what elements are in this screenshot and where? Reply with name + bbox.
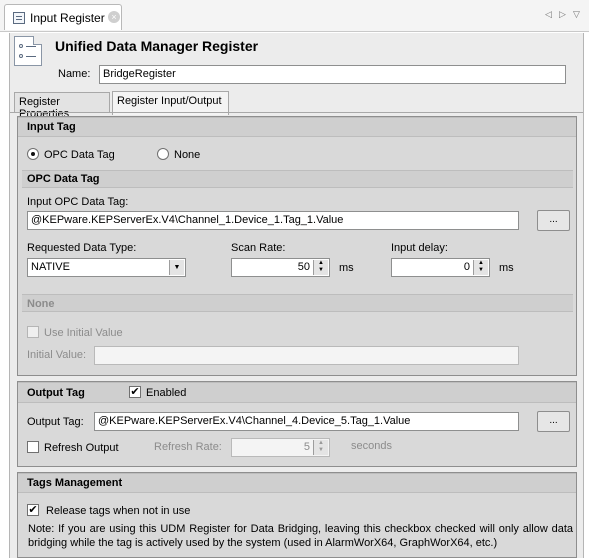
- editor-tab-input-register[interactable]: Input Register ×: [4, 4, 122, 30]
- doc-dot-icon: [19, 44, 23, 48]
- name-label: Name:: [58, 68, 91, 80]
- refresh-rate-spinner[interactable]: 5 ▲ ▼: [231, 438, 330, 457]
- nav-right-icon[interactable]: ▷: [559, 9, 566, 20]
- spinner-arrows-icon[interactable]: ▲ ▼: [313, 440, 328, 455]
- register-document-icon: [14, 36, 42, 66]
- nav-left-icon[interactable]: ◁: [545, 9, 552, 20]
- opc-data-tag-header: [22, 170, 573, 188]
- name-input[interactable]: BridgeRegister: [99, 65, 566, 84]
- scan-rate-unit: ms: [339, 262, 354, 274]
- spinner-arrows-icon[interactable]: ▲ ▼: [473, 260, 488, 275]
- register-icon: [13, 12, 25, 24]
- refresh-output-label: Refresh Output: [44, 442, 119, 454]
- input-tag-title: Input Tag: [27, 121, 76, 133]
- data-bridging-note: Note: If you are using this UDM Register…: [28, 523, 573, 549]
- output-tag-header: [18, 382, 576, 403]
- input-delay-label: Input delay:: [391, 242, 448, 254]
- nav-menu-icon[interactable]: ▽: [573, 9, 580, 20]
- opc-data-tag-section-title: OPC Data Tag: [27, 173, 100, 185]
- refresh-output-checkbox[interactable]: [27, 441, 39, 453]
- close-icon[interactable]: ×: [108, 11, 120, 23]
- scan-rate-label: Scan Rate:: [231, 242, 286, 254]
- release-tags-label: Release tags when not in use: [46, 505, 191, 517]
- scan-rate-spinner[interactable]: 50 ▲ ▼: [231, 258, 330, 277]
- output-tag-label: Output Tag:: [27, 416, 84, 428]
- requested-data-type-select[interactable]: NATIVE ▼: [27, 258, 186, 277]
- requested-data-type-value: NATIVE: [31, 261, 70, 273]
- refresh-rate-label: Refresh Rate:: [154, 441, 222, 453]
- chevron-down-icon[interactable]: ▼: [169, 260, 184, 275]
- spinner-arrows-icon[interactable]: ▲ ▼: [313, 260, 328, 275]
- tags-management-title: Tags Management: [27, 477, 123, 489]
- doc-line-icon: [26, 56, 36, 57]
- input-tag-header: [18, 117, 576, 137]
- browse-output-tag-button[interactable]: ...: [537, 411, 570, 432]
- none-section-title: None: [27, 298, 55, 310]
- input-opc-tag-field[interactable]: @KEPware.KEPServerEx.V4\Channel_1.Device…: [27, 211, 519, 230]
- editor-tab-title: Input Register: [30, 11, 105, 25]
- input-opc-tag-label: Input OPC Data Tag:: [27, 196, 129, 208]
- initial-value-label: Initial Value:: [27, 349, 87, 361]
- input-delay-spinner[interactable]: 0 ▲ ▼: [391, 258, 490, 277]
- refresh-rate-unit: seconds: [351, 440, 392, 452]
- none-header: [22, 294, 573, 312]
- release-tags-checkbox[interactable]: ✔: [27, 504, 39, 516]
- input-delay-unit: ms: [499, 262, 514, 274]
- browse-input-tag-button[interactable]: ...: [537, 210, 570, 231]
- use-initial-value-checkbox[interactable]: [27, 326, 39, 338]
- output-enabled-label: Enabled: [146, 387, 187, 399]
- tab-divider: [10, 112, 583, 113]
- opc-data-tag-radio-label: OPC Data Tag: [44, 149, 115, 161]
- tab-register-properties[interactable]: Register Properties: [14, 92, 110, 120]
- output-tag-field[interactable]: @KEPware.KEPServerEx.V4\Channel_4.Device…: [94, 412, 519, 431]
- refresh-rate-value: 5: [303, 441, 310, 453]
- output-enabled-checkbox[interactable]: ✔: [129, 386, 141, 398]
- requested-data-type-label: Requested Data Type:: [27, 242, 137, 254]
- output-tag-title: Output Tag: [27, 387, 85, 399]
- none-radio[interactable]: [157, 148, 169, 160]
- page-title: Unified Data Manager Register: [55, 38, 259, 54]
- initial-value-field[interactable]: [94, 346, 519, 365]
- opc-data-tag-radio[interactable]: [27, 148, 39, 160]
- scan-rate-value: 50: [297, 261, 310, 273]
- none-radio-label: None: [174, 149, 201, 161]
- doc-line-icon: [26, 46, 36, 47]
- use-initial-value-label: Use Initial Value: [44, 327, 123, 339]
- input-delay-value: 0: [463, 261, 470, 273]
- doc-dot-icon: [19, 54, 23, 58]
